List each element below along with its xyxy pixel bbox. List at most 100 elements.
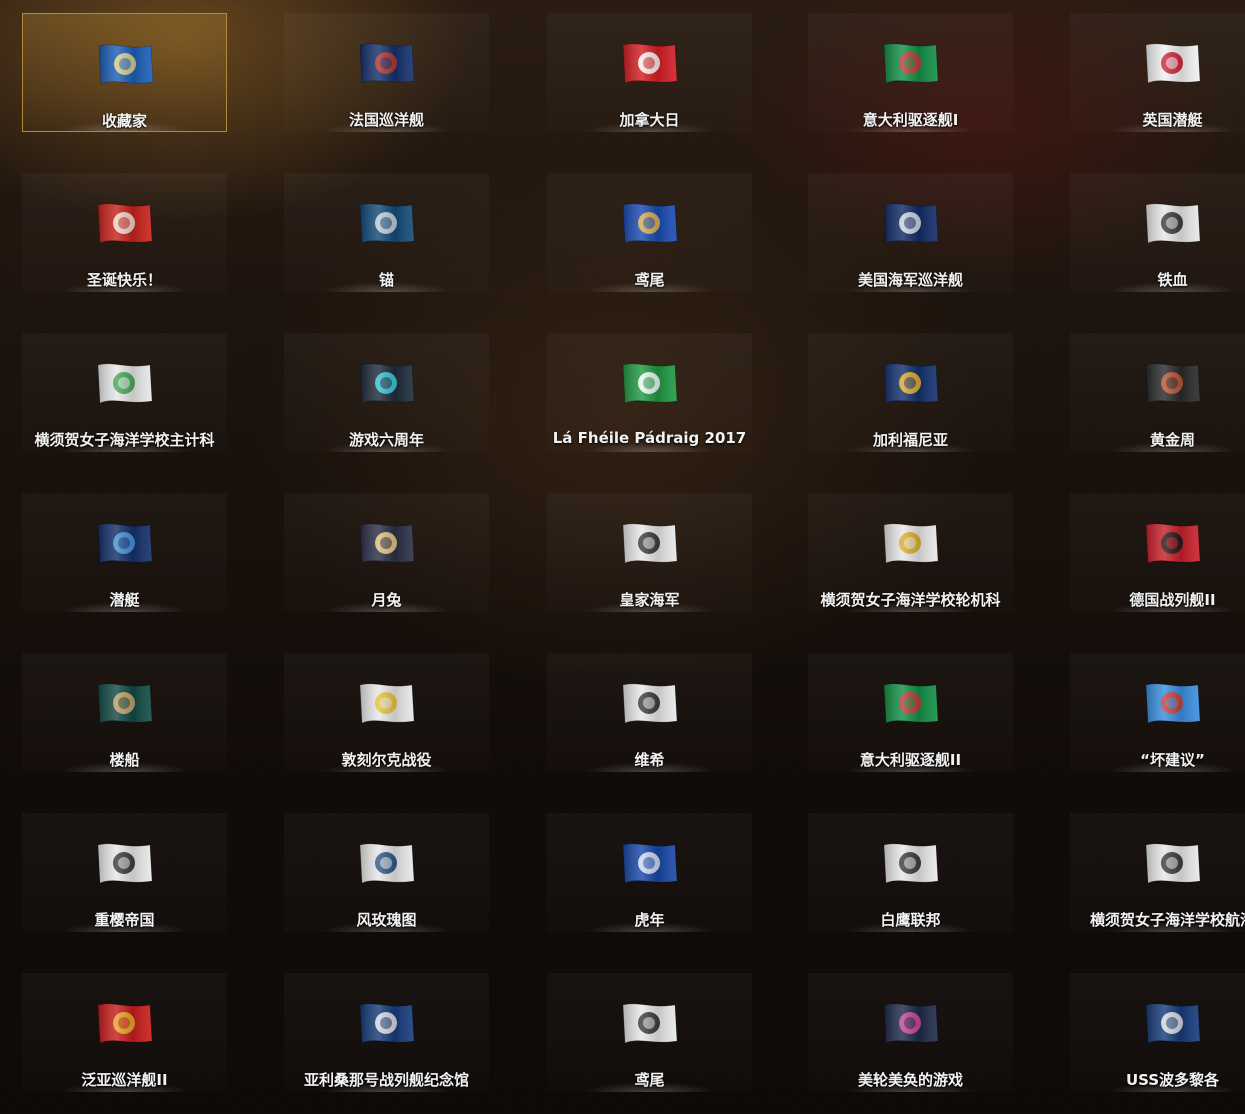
flag-label: 德国战列舰II: [1129, 591, 1216, 609]
flag-label: 收藏家: [101, 112, 147, 130]
flag-label: 锚: [378, 271, 394, 289]
flag-tile[interactable]: 游戏六周年: [284, 333, 489, 452]
flag-tile[interactable]: 美轮美奂的游戏: [808, 973, 1013, 1092]
flag-tile[interactable]: 月兔: [284, 493, 489, 612]
flag-label: 虎年: [634, 911, 665, 929]
flag-tile[interactable]: 法国巡洋舰: [284, 13, 489, 132]
flag-tile[interactable]: 皇家海军: [547, 493, 752, 612]
flag-label: 铁血: [1157, 271, 1188, 289]
flag-tile[interactable]: 潜艇: [22, 493, 227, 612]
popcorn-flag-icon: [1140, 679, 1204, 727]
flag-tile[interactable]: 重樱帝国: [22, 813, 227, 932]
flag-label: 美轮美奂的游戏: [857, 1071, 963, 1089]
submarine-flag-icon: [92, 519, 156, 567]
compass-rose-flag-icon: [354, 839, 418, 887]
flag-tile[interactable]: 英国潜艇: [1070, 13, 1245, 132]
flag-tile[interactable]: 泛亚巡洋舰II: [22, 973, 227, 1092]
santa-claus-icon: [92, 199, 156, 247]
flag-tile[interactable]: 意大利驱逐舰I: [808, 13, 1013, 132]
flag-label: 意大利驱逐舰I: [862, 111, 959, 129]
flag-label: 维希: [634, 751, 665, 769]
flag-tile[interactable]: 维希: [547, 653, 752, 772]
flag-label: 楼船: [109, 751, 140, 769]
flag-label: 风玫瑰图: [356, 911, 417, 929]
fleur-de-lis-flag-icon: [617, 199, 681, 247]
moon-rabbit-flag-icon: [354, 519, 418, 567]
tiger-year-flag-icon: [617, 839, 681, 887]
flag-label: 加拿大日: [619, 111, 680, 129]
french-cruiser-flag-icon: [354, 39, 418, 87]
flag-tile[interactable]: 加拿大日: [547, 13, 752, 132]
flag-label: 鸢尾: [634, 271, 665, 289]
flag-tile[interactable]: “坏建议”: [1070, 653, 1245, 772]
flag-tile[interactable]: 虎年: [547, 813, 752, 932]
flag-tile[interactable]: 敦刻尔克战役: [284, 653, 489, 772]
canada-day-flag-icon: [617, 39, 681, 87]
shamrock-flag-icon: [617, 359, 681, 407]
flag-tile[interactable]: 风玫瑰图: [284, 813, 489, 932]
flag-label: 意大利驱逐舰II: [859, 751, 962, 769]
california-flag-icon: [878, 359, 942, 407]
flag-label: 泛亚巡洋舰II: [81, 1071, 168, 1089]
flag-tile[interactable]: 横须贺女子海洋学校航海: [1070, 813, 1245, 932]
flag-label: 重樱帝国: [94, 911, 155, 929]
flag-tile[interactable]: Lá Fhéile Pádraig 2017: [547, 333, 752, 452]
flag-label: 敦刻尔克战役: [341, 751, 432, 769]
flag-label: 法国巡洋舰: [348, 111, 424, 129]
flag-tile[interactable]: 鸢尾: [547, 973, 752, 1092]
us-navy-cruiser-flag-icon: [878, 199, 942, 247]
yokosuka-engineering-flag-icon: [878, 519, 942, 567]
golden-week-flag-icon: [1140, 359, 1204, 407]
flag-grid: 收藏家 法国巡洋舰 加拿大日 意大利驱逐舰I 英国潜艇 圣诞快乐！锚鸢尾 美国海军巡洋舰 铁血…: [0, 0, 1245, 1114]
dunkirk-flag-icon: [354, 679, 418, 727]
flag-tile[interactable]: 鸢尾: [547, 173, 752, 292]
flag-tile[interactable]: 意大利驱逐舰II: [808, 653, 1013, 772]
flag-label: 英国潜艇: [1142, 111, 1203, 129]
flag-tile[interactable]: 横须贺女子海洋学校轮机科: [808, 493, 1013, 612]
flag-label: USS波多黎各: [1125, 1071, 1220, 1089]
flag-label: 加利福尼亚: [872, 431, 948, 449]
iron-blood-flag-icon: [1140, 199, 1204, 247]
flag-label: 黄金周: [1149, 431, 1195, 449]
flag-tile[interactable]: 黄金周: [1070, 333, 1245, 452]
yokosuka-navigation-flag-icon: [1140, 839, 1204, 887]
collector-flag-icon: [93, 40, 157, 88]
flag-label: 美国海军巡洋舰: [857, 271, 963, 289]
flag-tile[interactable]: 美国海军巡洋舰: [808, 173, 1013, 292]
flag-label: 横须贺女子海洋学校主计科: [34, 431, 215, 449]
german-battleship-flag-icon: [1140, 519, 1204, 567]
hexagon-pattern-flag-icon: [878, 999, 942, 1047]
flag-tile[interactable]: 楼船: [22, 653, 227, 772]
flag-label: 鸢尾: [634, 1071, 665, 1089]
flag-label: 皇家海军: [619, 591, 680, 609]
italian-destroyer-flag-icon: [878, 39, 942, 87]
flag-label: 横须贺女子海洋学校航海: [1089, 911, 1245, 929]
sixth-anniversary-flag-icon: [354, 359, 418, 407]
flag-label: “坏建议”: [1140, 751, 1205, 769]
flag-tile[interactable]: 德国战列舰II: [1070, 493, 1245, 612]
flag-tile[interactable]: 收藏家: [22, 13, 227, 132]
flag-label: 圣诞快乐！: [86, 271, 162, 289]
flag-tile[interactable]: 圣诞快乐！: [22, 173, 227, 292]
flag-label: 亚利桑那号战列舰纪念馆: [303, 1071, 469, 1089]
royal-navy-flag-icon: [617, 519, 681, 567]
anchor-flag-icon: [354, 199, 418, 247]
flag-label: Lá Fhéile Pádraig 2017: [552, 429, 747, 447]
flag-label: 月兔: [371, 591, 402, 609]
flag-tile[interactable]: 白鹰联邦: [808, 813, 1013, 932]
yokosuka-paymaster-flag-icon: [92, 359, 156, 407]
flag-tile[interactable]: 锚: [284, 173, 489, 292]
flag-label: 潜艇: [109, 591, 140, 609]
italian-destroyer-flag-icon: [878, 679, 942, 727]
flag-label: 白鹰联邦: [880, 911, 941, 929]
flag-tile[interactable]: 加利福尼亚: [808, 333, 1013, 452]
arizona-memorial-flag-icon: [354, 999, 418, 1047]
flag-tile[interactable]: USS波多黎各: [1070, 973, 1245, 1092]
flag-tile[interactable]: 横须贺女子海洋学校主计科: [22, 333, 227, 452]
flag-tile[interactable]: 铁血: [1070, 173, 1245, 292]
british-submarine-flag-icon: [1140, 39, 1204, 87]
flag-label: 游戏六周年: [348, 431, 424, 449]
pan-asian-cruiser-flag-icon: [92, 999, 156, 1047]
flag-tile[interactable]: 亚利桑那号战列舰纪念馆: [284, 973, 489, 1092]
vichy-flag-icon: [617, 679, 681, 727]
